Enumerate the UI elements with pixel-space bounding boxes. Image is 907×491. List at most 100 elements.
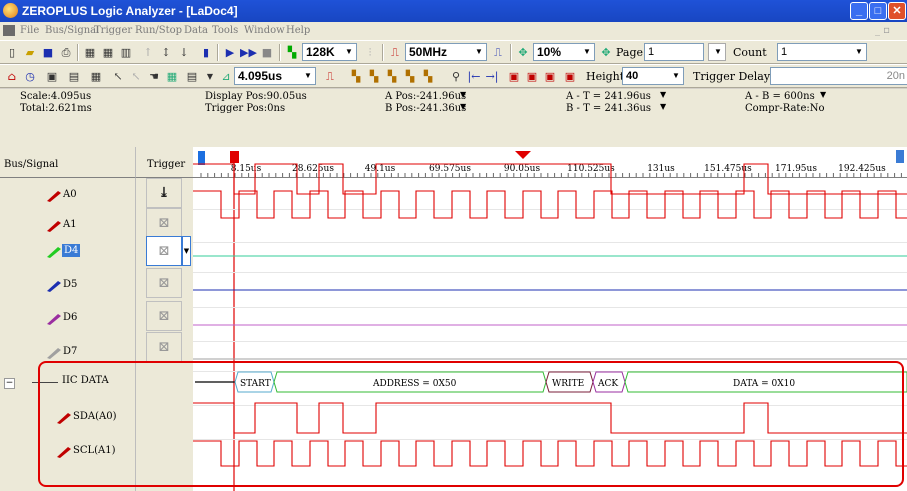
bar-a-icon[interactable]: ▚ (348, 69, 364, 84)
a-pos-dropdown[interactable]: ▼ (460, 90, 466, 99)
home-icon[interactable]: ⌂ (4, 69, 20, 84)
add-bus-icon[interactable]: ▦ (100, 45, 116, 60)
trigger-delay-label: Trigger Delay (693, 70, 771, 83)
time-per-div-select[interactable]: 4.095us ▼ (234, 67, 316, 85)
stop-icon[interactable]: ■ (259, 45, 275, 60)
save-icon[interactable]: ■ (40, 45, 56, 60)
print-icon[interactable]: ⎙ (58, 45, 74, 60)
pointer-icon[interactable]: ↖ (110, 69, 126, 84)
display-pos-info: Display Pos:90.05us (205, 91, 307, 102)
menu-trigger[interactable]: Trigger (94, 25, 132, 36)
menu-data[interactable]: Data (184, 25, 208, 36)
menu-bus-signal[interactable]: Bus/Signal (45, 25, 99, 36)
screenshot-icon[interactable]: ▣ (44, 69, 60, 84)
grid-icon[interactable]: ▤ (66, 69, 82, 84)
search-icon[interactable]: ⚲ (448, 69, 464, 84)
zoom-icon[interactable]: ✥ (515, 45, 531, 60)
pen-icon (47, 348, 61, 359)
trigger-dontcare-icon[interactable]: ⊠ (146, 301, 182, 331)
page-dropdown[interactable]: ▼ (708, 43, 726, 61)
protocol-uart-icon[interactable]: ▣ (542, 69, 558, 84)
filter-icon[interactable]: ⎍ (490, 45, 506, 60)
ruler-label: 171.95us (775, 164, 817, 174)
bar-all-icon[interactable]: ▚ (420, 69, 436, 84)
protocol-i2c-icon[interactable]: ▣ (524, 69, 540, 84)
trigger-rise-icon[interactable]: ↑ (140, 45, 156, 60)
bar-b-icon[interactable]: ▚ (366, 69, 382, 84)
trigger-any-icon[interactable]: ↕ (158, 45, 174, 60)
trigger-dontcare-icon[interactable]: ⊠ (146, 268, 182, 298)
protocol-icon[interactable]: ▣ (506, 69, 522, 84)
display-mode-icon[interactable]: ▤ (184, 69, 200, 84)
ruler-label: 131us (647, 164, 675, 174)
prev-icon[interactable]: |← (466, 69, 482, 84)
menu-window[interactable]: Window (244, 25, 285, 36)
cursor-jump-icon[interactable]: ⎍ (322, 69, 338, 84)
delete-signal-icon[interactable]: ▥ (118, 45, 134, 60)
marker-icon[interactable]: ↖ (128, 69, 144, 84)
history-icon[interactable]: ◷ (22, 69, 38, 84)
ruler-label: 90.05us (504, 164, 541, 174)
trigger-edge-icon[interactable]: ↓ (176, 45, 192, 60)
new-file-icon[interactable]: ▯ (4, 45, 20, 60)
signal-name-d4: D4 (62, 244, 81, 257)
open-folder-icon[interactable]: ▰ (22, 45, 38, 60)
display-mode-dropdown[interactable]: ▼ (202, 69, 218, 84)
menu-file[interactable]: File (20, 25, 39, 36)
cursor-b-marker[interactable] (198, 151, 205, 165)
bar-c-icon[interactable]: ▚ (384, 69, 400, 84)
height-select[interactable]: 40 ▼ (622, 67, 684, 85)
menu-tools[interactable]: Tools (212, 25, 238, 36)
trigger-dropdown[interactable]: ▼ (182, 236, 191, 266)
mdi-controls[interactable]: _ ▫ (875, 25, 890, 36)
trigger-dontcare-icon[interactable]: ⊠ (146, 332, 182, 362)
a-t-dropdown[interactable]: ▼ (660, 90, 666, 99)
maximize-button[interactable]: □ (869, 2, 887, 20)
a-b-dropdown[interactable]: ▼ (820, 90, 826, 99)
trigger-fall-icon[interactable]: ⤓ (146, 178, 182, 208)
count-value: 1 (781, 46, 788, 58)
trigger-dontcare-icon[interactable]: ⊠ (146, 236, 182, 266)
cursor-a-marker[interactable] (230, 151, 239, 163)
minimize-button[interactable]: _ (850, 2, 868, 20)
trigger-delay-input[interactable]: 20n (770, 67, 907, 85)
count-select[interactable]: 1 ▼ (777, 43, 867, 61)
pen-icon (47, 281, 61, 292)
signal-row-d4[interactable]: D4 (0, 234, 135, 270)
hand-icon[interactable]: ☚ (146, 69, 162, 84)
scroll-marker[interactable] (896, 150, 904, 163)
book-icon[interactable]: ▮ (198, 45, 214, 60)
page-value: 1 (648, 46, 655, 58)
app-icon (3, 3, 18, 18)
total-info: Total:2.621ms (20, 103, 92, 114)
run-icon[interactable]: ▶ (222, 45, 238, 60)
memory-select[interactable]: 128K ▼ (302, 43, 357, 61)
signal-row-d5[interactable]: D5 (0, 268, 135, 304)
b-t-dropdown[interactable]: ▼ (660, 102, 666, 111)
trigger-column-header: Trigger (135, 147, 193, 178)
b-pos-dropdown[interactable]: ▼ (460, 102, 466, 111)
close-button[interactable]: ✕ (888, 2, 906, 20)
menu-help[interactable]: Help (286, 25, 310, 36)
calendar-icon[interactable]: ▦ (164, 69, 180, 84)
signal-row-d6[interactable]: D6 (0, 301, 135, 337)
window-title: ZEROPLUS Logic Analyzer - [LaDoc4] (22, 4, 238, 18)
run-repeat-icon[interactable]: ▶▶ (240, 45, 257, 60)
signal-name-a0: A0 (63, 189, 77, 200)
collapse-toggle-icon[interactable]: − (4, 378, 15, 389)
menu-run-stop[interactable]: Run/Stop (135, 25, 182, 36)
sample-rate-select[interactable]: 50MHz ▼ (405, 43, 487, 61)
trigger-dontcare-icon[interactable]: ⊠ (146, 208, 182, 238)
threshold-icon[interactable]: ⫶ (362, 45, 378, 60)
height-label: Height (586, 70, 625, 83)
zoom-select[interactable]: 10% ▼ (533, 43, 595, 61)
next-icon[interactable]: →| (484, 69, 500, 84)
page-input[interactable]: 1 (644, 43, 704, 61)
memory-icon: ▚ (287, 46, 297, 59)
layout-icon[interactable]: ▦ (88, 69, 104, 84)
bar-t-icon[interactable]: ▚ (402, 69, 418, 84)
ruler-label: 110.525us (567, 164, 615, 174)
add-signal-icon[interactable]: ▦ (82, 45, 98, 60)
protocol-spi-icon[interactable]: ▣ (562, 69, 578, 84)
trigger-delay-value: 20n (886, 70, 905, 82)
